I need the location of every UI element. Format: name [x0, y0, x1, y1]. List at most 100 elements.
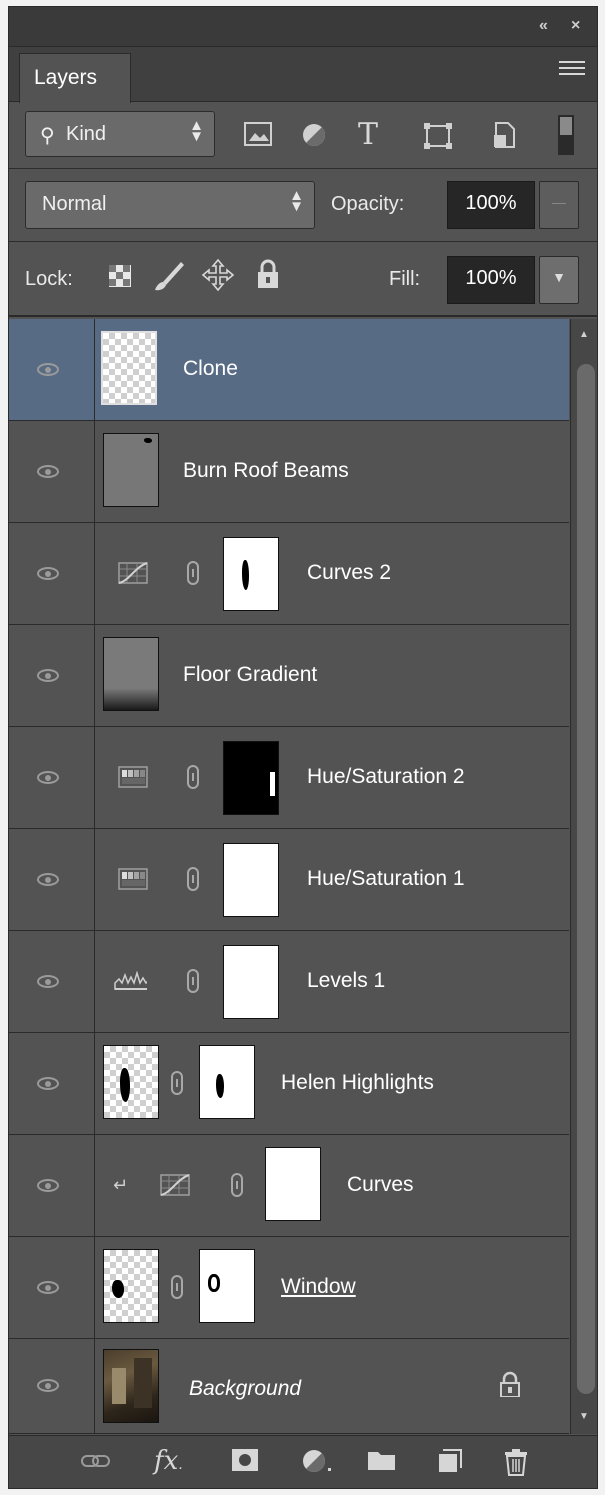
- layer-row-background[interactable]: Background: [9, 1339, 569, 1434]
- eye-icon[interactable]: [37, 1077, 59, 1090]
- scrollbar-thumb[interactable]: [577, 364, 595, 1394]
- eye-icon[interactable]: [37, 669, 59, 682]
- eye-icon[interactable]: [37, 975, 59, 988]
- layer-mask-thumbnail[interactable]: [199, 1249, 255, 1323]
- layer-style-icon[interactable]: fx.: [154, 1446, 183, 1476]
- layer-row-hue-saturation-2[interactable]: Hue/Saturation 2: [9, 727, 569, 829]
- scroll-up-icon[interactable]: ▲: [579, 329, 589, 340]
- hue-saturation-adjustment-icon: [118, 868, 148, 890]
- eye-icon[interactable]: [37, 771, 59, 784]
- layer-row-helen-highlights[interactable]: Helen Highlights: [9, 1033, 569, 1135]
- lock-transparent-icon[interactable]: [107, 264, 133, 290]
- filter-toggle-icon[interactable]: [555, 113, 577, 157]
- panel-titlebar: « ×: [9, 7, 597, 47]
- adjustment-layer-filter-icon[interactable]: [299, 121, 329, 151]
- layer-row-burn-roof-beams[interactable]: Burn Roof Beams: [9, 421, 569, 523]
- link-icon[interactable]: [187, 561, 199, 585]
- layer-name[interactable]: Background: [189, 1377, 301, 1401]
- visibility-cell[interactable]: [9, 1237, 95, 1338]
- layer-name[interactable]: Helen Highlights: [281, 1071, 434, 1095]
- lock-move-icon[interactable]: [201, 258, 235, 292]
- lock-all-icon[interactable]: [255, 258, 281, 292]
- lock-paint-brush-icon[interactable]: [151, 260, 187, 292]
- visibility-cell[interactable]: [9, 1339, 95, 1433]
- new-adjustment-icon[interactable]: [301, 1448, 335, 1481]
- link-icon[interactable]: [171, 1071, 183, 1095]
- layer-mask-thumbnail[interactable]: [223, 843, 279, 917]
- double-chevron-left-icon[interactable]: «: [539, 17, 548, 35]
- layer-list-scrollbar[interactable]: ▲ ▼: [570, 319, 597, 1434]
- layer-thumbnail[interactable]: [103, 1249, 159, 1323]
- link-icon[interactable]: [187, 765, 199, 789]
- layer-row-window[interactable]: Window: [9, 1237, 569, 1339]
- new-group-icon[interactable]: [367, 1448, 397, 1479]
- opacity-input[interactable]: 100%: [447, 181, 535, 229]
- new-layer-icon[interactable]: [437, 1448, 463, 1481]
- visibility-cell[interactable]: [9, 1033, 95, 1134]
- layer-name[interactable]: Levels 1: [307, 969, 385, 993]
- layer-row-levels-1[interactable]: Levels 1: [9, 931, 569, 1033]
- layer-thumbnail[interactable]: [101, 331, 157, 405]
- link-icon[interactable]: [187, 867, 199, 891]
- eye-icon[interactable]: [37, 1281, 59, 1294]
- pixel-layer-filter-icon[interactable]: [241, 121, 275, 147]
- link-icon[interactable]: [171, 1275, 183, 1299]
- layer-name[interactable]: Curves: [347, 1173, 414, 1197]
- tab-layers[interactable]: Layers: [19, 53, 131, 103]
- link-icon[interactable]: [187, 969, 199, 993]
- chevron-updown-icon: ▲ ▼: [189, 117, 204, 145]
- layer-name[interactable]: Clone: [183, 357, 238, 381]
- type-layer-filter-icon[interactable]: T: [351, 117, 385, 152]
- link-icon[interactable]: [231, 1173, 243, 1197]
- eye-icon[interactable]: [37, 567, 59, 580]
- layer-name[interactable]: Floor Gradient: [183, 663, 317, 687]
- shape-layer-filter-icon[interactable]: [421, 121, 455, 151]
- visibility-cell[interactable]: [9, 319, 95, 420]
- layer-thumbnail[interactable]: [103, 637, 159, 711]
- add-mask-icon[interactable]: [231, 1448, 259, 1479]
- eye-icon[interactable]: [37, 363, 59, 376]
- visibility-cell[interactable]: [9, 829, 95, 930]
- layer-mask-thumbnail[interactable]: [223, 537, 279, 611]
- layer-name[interactable]: Hue/Saturation 2: [307, 765, 465, 789]
- layer-row-curves[interactable]: ↵ Curves: [9, 1135, 569, 1237]
- layer-thumbnail[interactable]: [103, 1349, 159, 1423]
- link-layers-icon[interactable]: [81, 1450, 111, 1478]
- layer-row-curves-2[interactable]: Curves 2: [9, 523, 569, 625]
- layer-thumbnail[interactable]: [103, 433, 159, 507]
- visibility-cell[interactable]: [9, 421, 95, 522]
- layer-mask-thumbnail[interactable]: [265, 1147, 321, 1221]
- eye-icon[interactable]: [37, 1379, 59, 1392]
- layer-mask-thumbnail[interactable]: [223, 741, 279, 815]
- fill-slider-button[interactable]: ▼: [539, 256, 579, 304]
- layer-thumbnail[interactable]: [103, 1045, 159, 1119]
- layer-row-clone[interactable]: Clone: [9, 319, 569, 421]
- layer-name[interactable]: Window: [281, 1275, 356, 1299]
- panel-footer: fx.: [9, 1435, 597, 1488]
- layer-row-hue-saturation-1[interactable]: Hue/Saturation 1: [9, 829, 569, 931]
- eye-icon[interactable]: [37, 465, 59, 478]
- visibility-cell[interactable]: [9, 523, 95, 624]
- fill-input[interactable]: 100%: [447, 256, 535, 304]
- eye-icon[interactable]: [37, 873, 59, 886]
- panel-menu-icon[interactable]: [559, 57, 585, 79]
- close-icon[interactable]: ×: [571, 17, 580, 35]
- visibility-cell[interactable]: [9, 727, 95, 828]
- scroll-down-icon[interactable]: ▼: [579, 1411, 589, 1422]
- visibility-cell[interactable]: [9, 931, 95, 1032]
- visibility-cell[interactable]: [9, 625, 95, 726]
- visibility-cell[interactable]: [9, 1135, 95, 1236]
- layer-row-floor-gradient[interactable]: Floor Gradient: [9, 625, 569, 727]
- curves-adjustment-icon: [118, 562, 148, 584]
- layer-name[interactable]: Burn Roof Beams: [183, 459, 349, 483]
- delete-icon[interactable]: [503, 1448, 529, 1483]
- eye-icon[interactable]: [37, 1179, 59, 1192]
- layer-name[interactable]: Hue/Saturation 1: [307, 867, 465, 891]
- opacity-slider-button[interactable]: —: [539, 181, 579, 229]
- layer-mask-thumbnail[interactable]: [223, 945, 279, 1019]
- blend-mode-select[interactable]: Normal ▲ ▼: [25, 181, 315, 229]
- smart-object-filter-icon[interactable]: [489, 119, 519, 151]
- kind-filter-select[interactable]: ⚲ Kind ▲ ▼: [25, 111, 215, 157]
- layer-mask-thumbnail[interactable]: [199, 1045, 255, 1119]
- layer-name[interactable]: Curves 2: [307, 561, 391, 585]
